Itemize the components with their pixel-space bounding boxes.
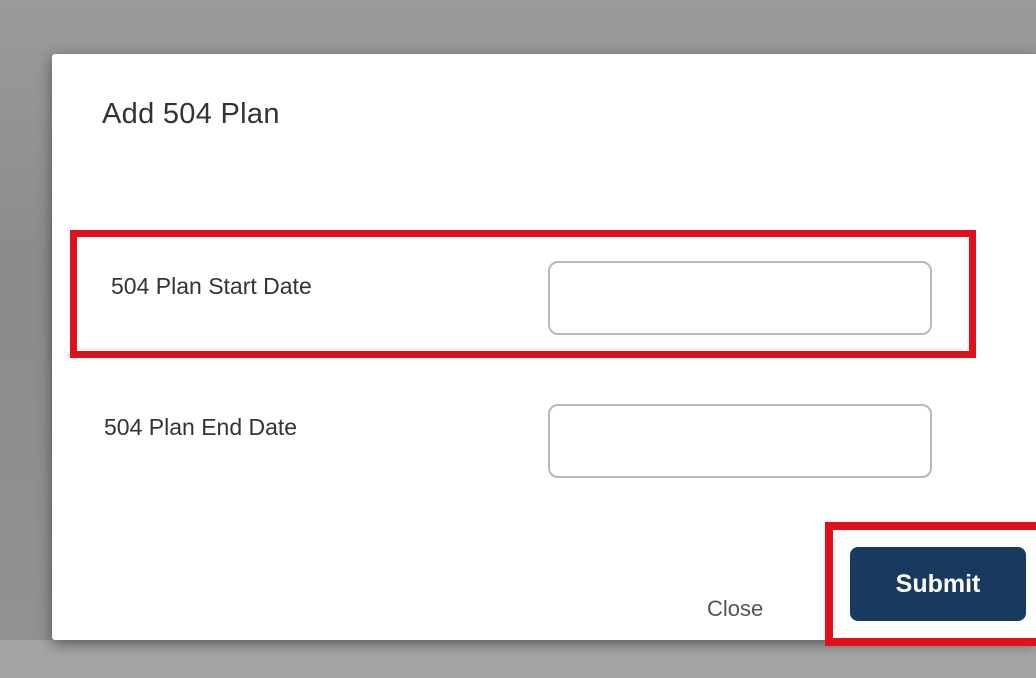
close-button[interactable]: Close bbox=[707, 596, 763, 622]
dialog-title: Add 504 Plan bbox=[102, 98, 280, 130]
start-date-label: 504 Plan Start Date bbox=[111, 273, 312, 299]
end-date-label: 504 Plan End Date bbox=[104, 414, 298, 440]
end-date-input[interactable] bbox=[548, 404, 932, 478]
submit-button[interactable]: Submit bbox=[850, 547, 1026, 621]
start-date-input[interactable] bbox=[548, 261, 932, 335]
